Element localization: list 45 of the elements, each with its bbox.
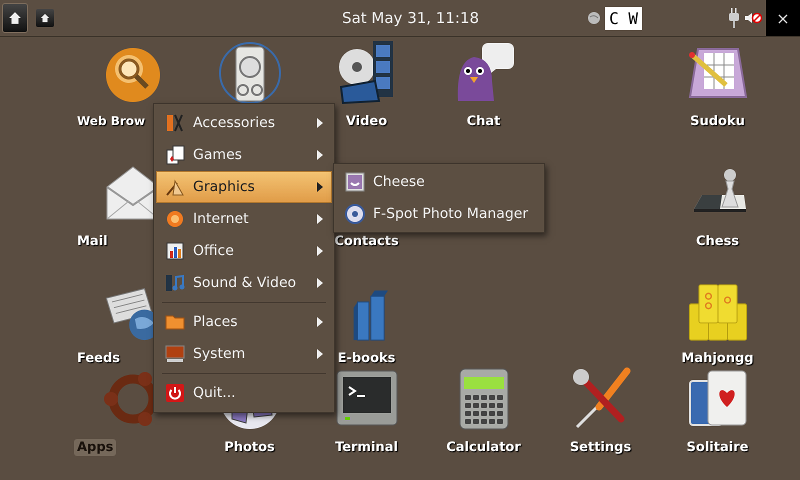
speaker-icon — [218, 41, 282, 105]
desktop-icon-label[interactable]: Feeds — [74, 350, 124, 367]
menu-item[interactable]: System — [156, 338, 332, 370]
desktop-icon-label[interactable]: Terminal — [330, 439, 403, 456]
menu-item[interactable]: Accessories — [156, 107, 332, 139]
ruler-scissors-icon — [165, 113, 185, 133]
desktop-icon-label[interactable]: Solitaire — [682, 439, 754, 456]
menu-item[interactable]: Quit... — [156, 377, 332, 409]
menu-item[interactable]: Places — [156, 306, 332, 338]
playing-cards-icon — [165, 145, 185, 165]
menu-item[interactable]: Cheese — [336, 166, 542, 198]
desktop-icon-label[interactable]: Web Brow — [74, 113, 148, 129]
desktop-icon-label[interactable]: Mahjongg — [676, 350, 759, 367]
home-button[interactable] — [36, 9, 54, 27]
menu-item[interactable]: Graphics — [156, 171, 332, 203]
desktop-icon-label[interactable]: Mail — [74, 233, 111, 250]
speaker-muted-icon — [744, 11, 762, 25]
computer-icon — [165, 344, 185, 364]
desktop-icon-label[interactable]: Photos — [219, 439, 280, 456]
power-icon — [165, 383, 185, 403]
desktop-icon-label[interactable]: Calculator — [441, 439, 526, 456]
clock: Sat May 31, 11:18 — [341, 9, 480, 27]
menu-item[interactable]: Games — [156, 139, 332, 171]
desktop-icon-label[interactable]: E-books — [332, 350, 400, 367]
desktop-icon-label[interactable]: Video — [340, 113, 392, 130]
close-button[interactable]: × — [766, 0, 800, 36]
home-button[interactable] — [2, 3, 28, 33]
power-plug-icon — [728, 8, 740, 28]
menu-item[interactable]: Internet — [156, 203, 332, 235]
desktop-icon-label[interactable]: Sudoku — [685, 113, 750, 130]
menu-item[interactable]: F-Spot Photo Manager — [336, 198, 542, 230]
desktop-icon-label[interactable]: Settings — [564, 439, 636, 456]
keyboard-indicator[interactable]: C W — [605, 6, 642, 30]
menu-item[interactable]: Sound & Video — [156, 267, 332, 299]
bar-chart-icon — [165, 241, 185, 261]
smiling-face-frame-icon — [345, 172, 365, 192]
desktop-icon-label[interactable]: Chess — [690, 233, 744, 250]
home-icon — [8, 11, 22, 25]
menu-item[interactable]: Office — [156, 235, 332, 267]
film-music-note-icon — [165, 273, 185, 293]
globe-icon — [587, 11, 602, 25]
globe-icon — [165, 209, 185, 229]
aperture-icon — [345, 204, 365, 224]
desktop-icon-label[interactable]: Chat — [462, 113, 506, 130]
home-icon — [40, 13, 50, 23]
